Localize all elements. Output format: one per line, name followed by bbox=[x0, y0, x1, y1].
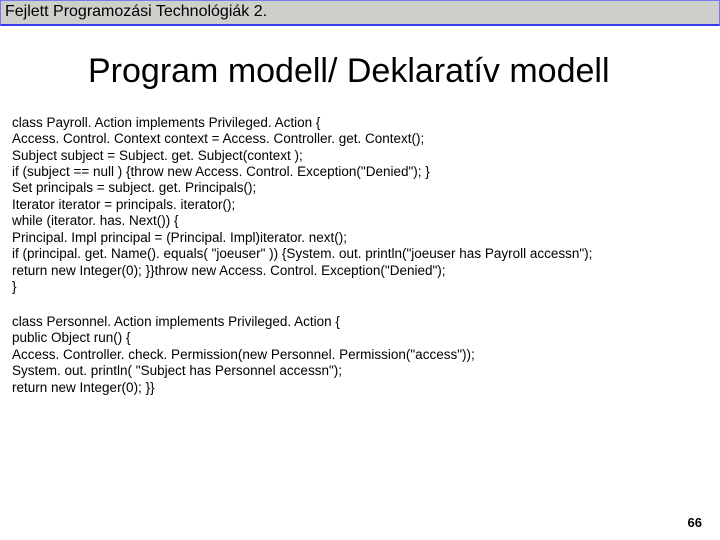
title-bar: Fejlett Programozási Technológiák 2. bbox=[0, 0, 720, 26]
code-block-1: class Payroll. Action implements Privile… bbox=[12, 115, 708, 296]
page-heading: Program modell/ Deklaratív modell bbox=[88, 52, 720, 91]
page-number: 66 bbox=[688, 515, 702, 530]
slide-title: Fejlett Programozási Technológiák 2. bbox=[5, 3, 267, 20]
code-block-2: class Personnel. Action implements Privi… bbox=[12, 314, 708, 396]
